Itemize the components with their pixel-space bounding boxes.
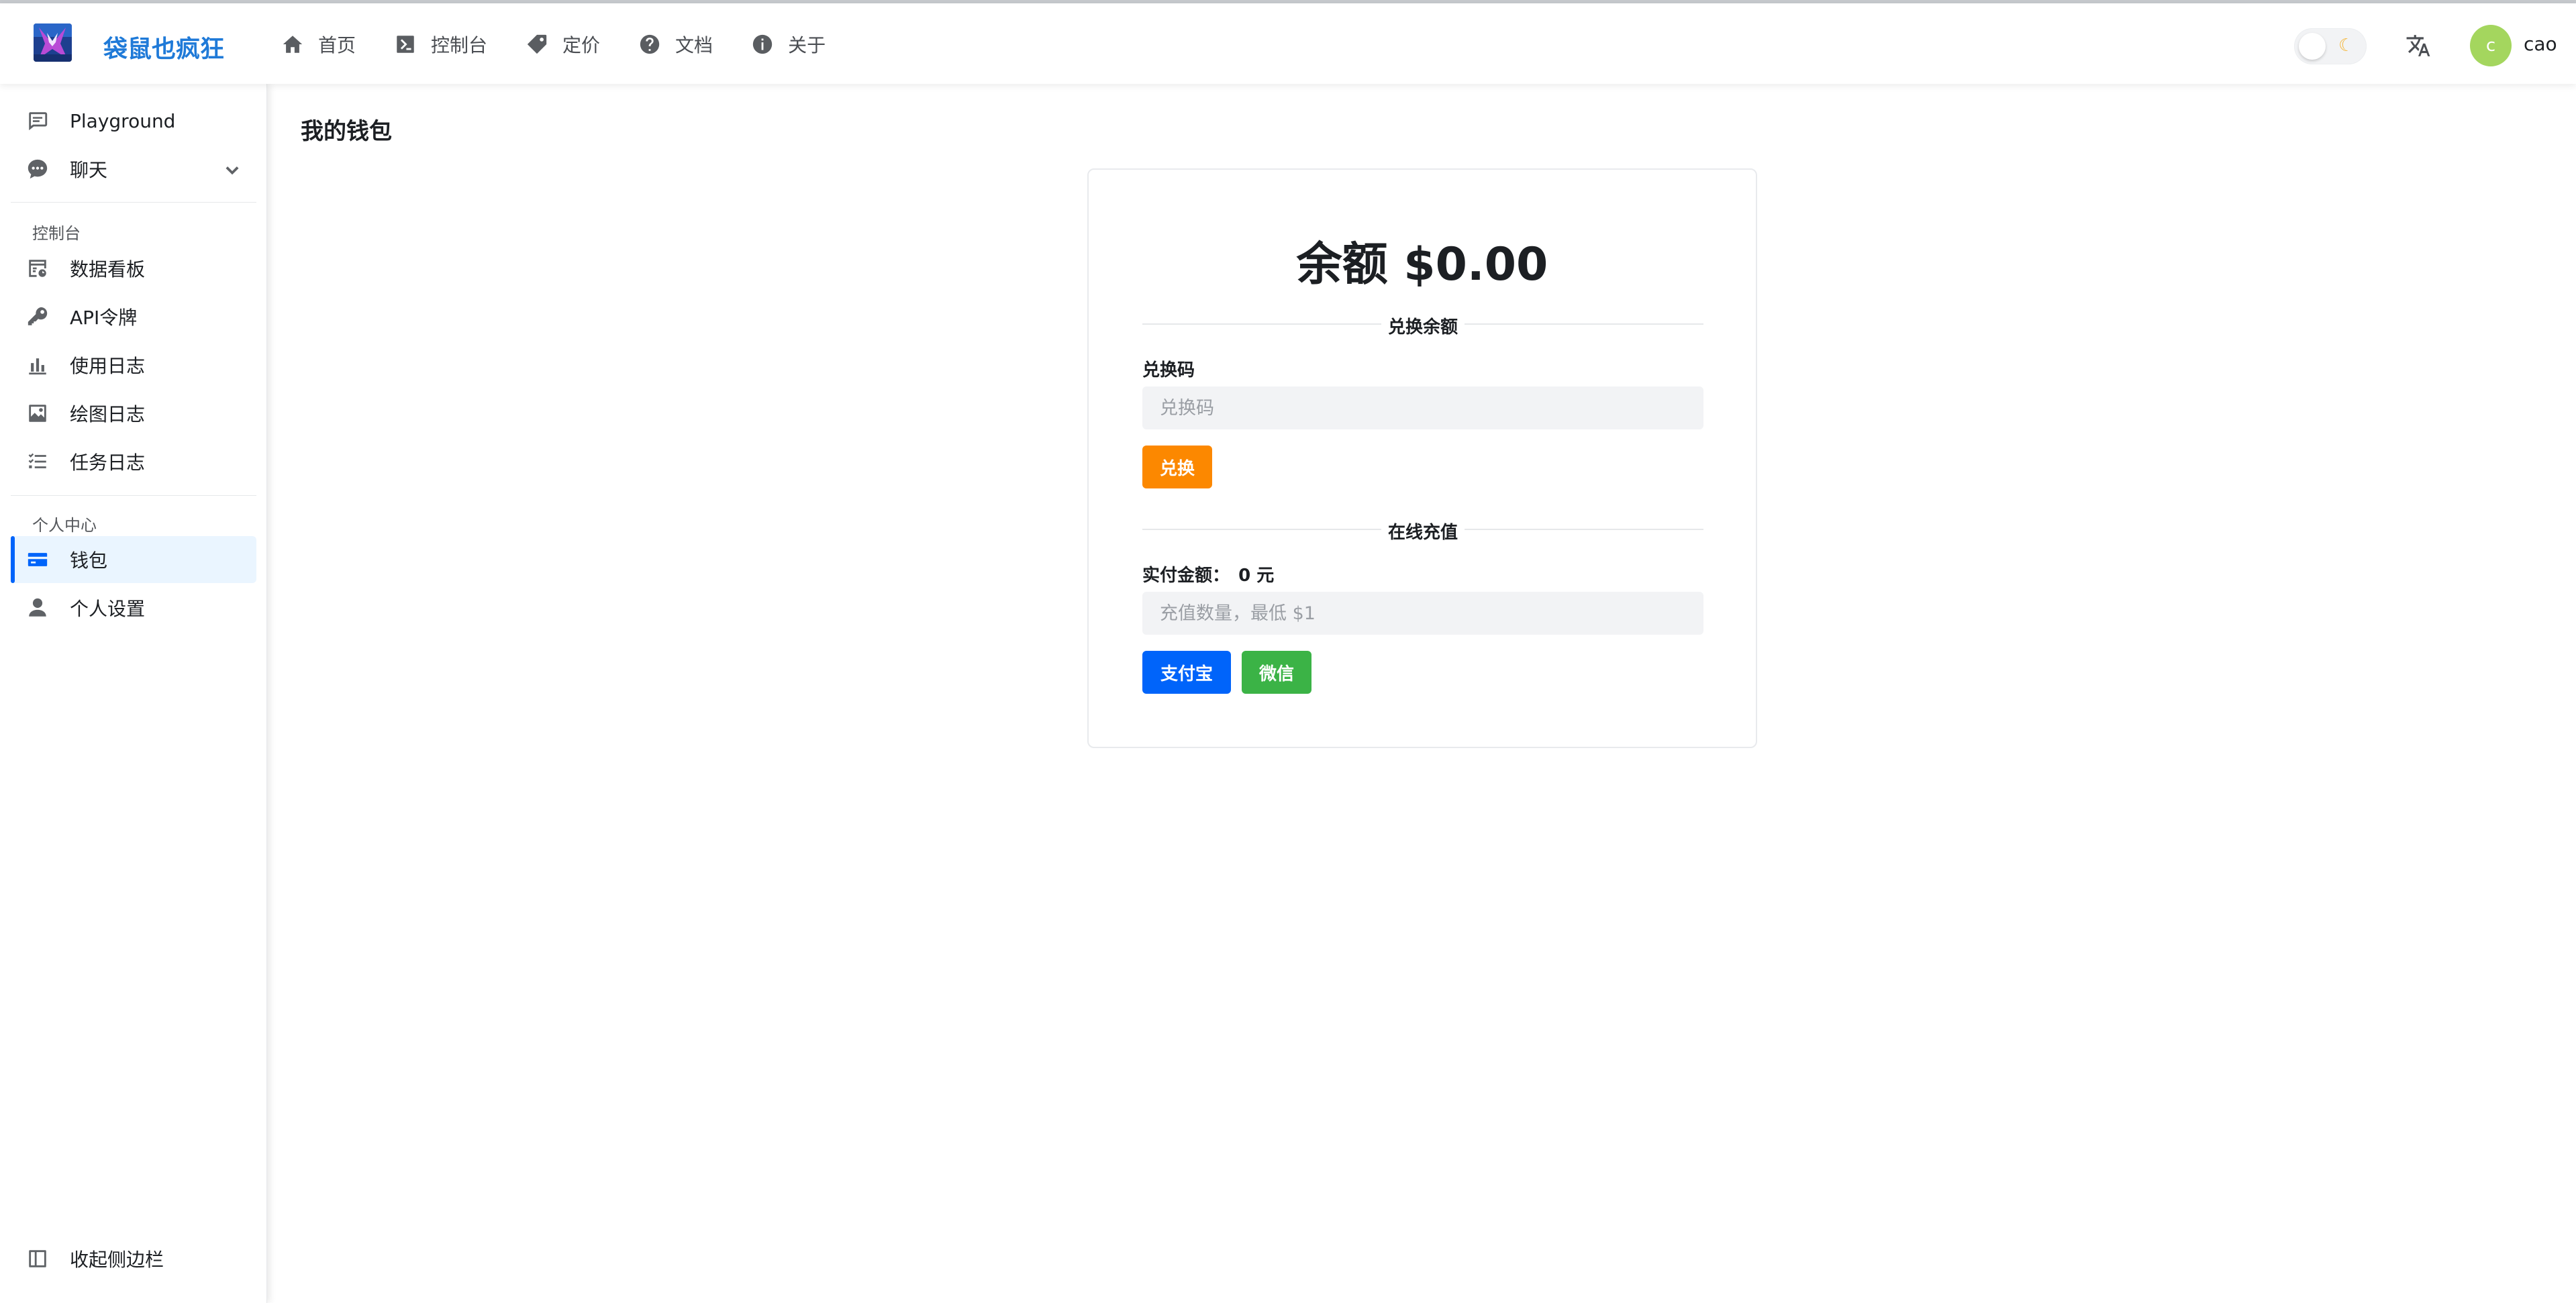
sidebar-collapse-icon bbox=[24, 1245, 51, 1272]
sidebar-group-personal: 个人中心 bbox=[32, 516, 97, 535]
page-title: 我的钱包 bbox=[301, 118, 392, 145]
wechat-pay-button[interactable]: 微信 bbox=[1242, 651, 1311, 694]
user-icon bbox=[24, 594, 51, 621]
wallet-card: 余额 $0.00 兑换余额 兑换码 兑换 在线充值 实付金额： 0 元 支付宝 … bbox=[1087, 168, 1757, 748]
top-header: 袋鼠也疯狂 首页 控制台 定价 文档 关于 ☾ c cao bbox=[0, 3, 2576, 84]
sidebar-item-dashboard[interactable]: 数据看板 bbox=[11, 245, 256, 292]
sidebar-item-label: 任务日志 bbox=[70, 452, 146, 474]
moon-icon: ☾ bbox=[2338, 36, 2355, 56]
home-icon bbox=[281, 32, 305, 56]
bar-chart-icon bbox=[24, 352, 51, 378]
paid-amount-value: 0 元 bbox=[1238, 566, 1275, 586]
sidebar-item-label: 绘图日志 bbox=[70, 403, 146, 425]
nav-pricing-label: 定价 bbox=[562, 34, 601, 56]
language-switch-icon[interactable] bbox=[2406, 33, 2432, 60]
sidebar-item-playground[interactable]: Playground bbox=[11, 97, 256, 144]
sidebar: Playground 聊天 控制台 数据看板 API令牌 使用日志 绘图日志 任… bbox=[0, 84, 267, 1303]
nav-docs[interactable]: 文档 bbox=[638, 31, 713, 58]
sidebar-item-api-token[interactable]: API令牌 bbox=[11, 293, 256, 340]
sidebar-collapse-label: 收起侧边栏 bbox=[70, 1249, 164, 1271]
comment-icon bbox=[24, 107, 51, 134]
sidebar-item-label: 钱包 bbox=[70, 550, 108, 572]
sidebar-item-label: 聊天 bbox=[70, 159, 108, 181]
nav-about-label: 关于 bbox=[788, 34, 826, 56]
nav-about[interactable]: 关于 bbox=[750, 31, 826, 58]
sidebar-divider bbox=[11, 202, 256, 203]
sidebar-item-wallet[interactable]: 钱包 bbox=[11, 536, 256, 583]
avatar[interactable]: c bbox=[2470, 25, 2512, 66]
sidebar-group-console: 控制台 bbox=[32, 224, 81, 243]
topup-amount-input[interactable] bbox=[1142, 592, 1703, 635]
topup-section-title: 在线充值 bbox=[1387, 523, 1458, 543]
chat-bubble-icon bbox=[24, 156, 51, 183]
info-circle-icon bbox=[750, 32, 775, 56]
sidebar-item-settings[interactable]: 个人设置 bbox=[11, 584, 256, 631]
site-logo[interactable] bbox=[34, 23, 72, 62]
nav-console-label: 控制台 bbox=[431, 34, 488, 56]
nav-home-label: 首页 bbox=[318, 34, 356, 56]
dashboard-icon bbox=[24, 255, 51, 282]
redeem-section-divider: 兑换余额 bbox=[1142, 309, 1703, 339]
nav-docs-label: 文档 bbox=[675, 34, 713, 56]
price-tag-icon bbox=[525, 32, 549, 56]
sidebar-item-label: 使用日志 bbox=[70, 355, 146, 377]
brand-name[interactable]: 袋鼠也疯狂 bbox=[103, 30, 224, 64]
help-circle-icon bbox=[638, 32, 662, 56]
paid-amount-label: 实付金额： 0 元 bbox=[1142, 562, 1274, 586]
topup-section-divider: 在线充值 bbox=[1142, 515, 1703, 544]
sidebar-item-label: Playground bbox=[70, 109, 176, 132]
redeem-button[interactable]: 兑换 bbox=[1142, 446, 1212, 488]
nav-pricing[interactable]: 定价 bbox=[525, 31, 600, 58]
nav-home[interactable]: 首页 bbox=[281, 31, 356, 58]
sidebar-divider bbox=[11, 495, 256, 496]
alipay-button[interactable]: 支付宝 bbox=[1142, 651, 1231, 694]
sidebar-item-task-log[interactable]: 任务日志 bbox=[11, 438, 256, 485]
checklist-icon bbox=[24, 448, 51, 475]
terminal-icon bbox=[393, 32, 417, 56]
sidebar-collapse-button[interactable]: 收起侧边栏 bbox=[11, 1235, 256, 1282]
paid-amount-label-text: 实付金额： bbox=[1142, 566, 1230, 586]
theme-toggle-knob bbox=[2299, 33, 2326, 60]
sidebar-item-usage-log[interactable]: 使用日志 bbox=[11, 342, 256, 388]
sidebar-item-label: 数据看板 bbox=[70, 258, 146, 280]
chevron-down-icon[interactable] bbox=[223, 160, 242, 179]
redeem-code-input[interactable] bbox=[1142, 386, 1703, 429]
main-nav: 首页 控制台 定价 文档 关于 bbox=[281, 31, 863, 58]
sidebar-item-chat[interactable]: 聊天 bbox=[11, 146, 256, 193]
redeem-section-title: 兑换余额 bbox=[1387, 317, 1458, 337]
username[interactable]: cao bbox=[2524, 33, 2557, 55]
image-icon bbox=[24, 400, 51, 427]
nav-console[interactable]: 控制台 bbox=[393, 31, 487, 58]
balance-amount: 余额 $0.00 bbox=[1296, 238, 1548, 291]
sidebar-item-label: 个人设置 bbox=[70, 598, 146, 620]
credit-card-icon bbox=[24, 546, 51, 573]
sidebar-item-label: API令牌 bbox=[70, 307, 138, 329]
key-icon bbox=[24, 303, 51, 330]
redeem-code-label: 兑换码 bbox=[1142, 360, 1195, 380]
theme-toggle[interactable]: ☾ bbox=[2294, 28, 2367, 64]
sidebar-item-drawing-log[interactable]: 绘图日志 bbox=[11, 390, 256, 437]
